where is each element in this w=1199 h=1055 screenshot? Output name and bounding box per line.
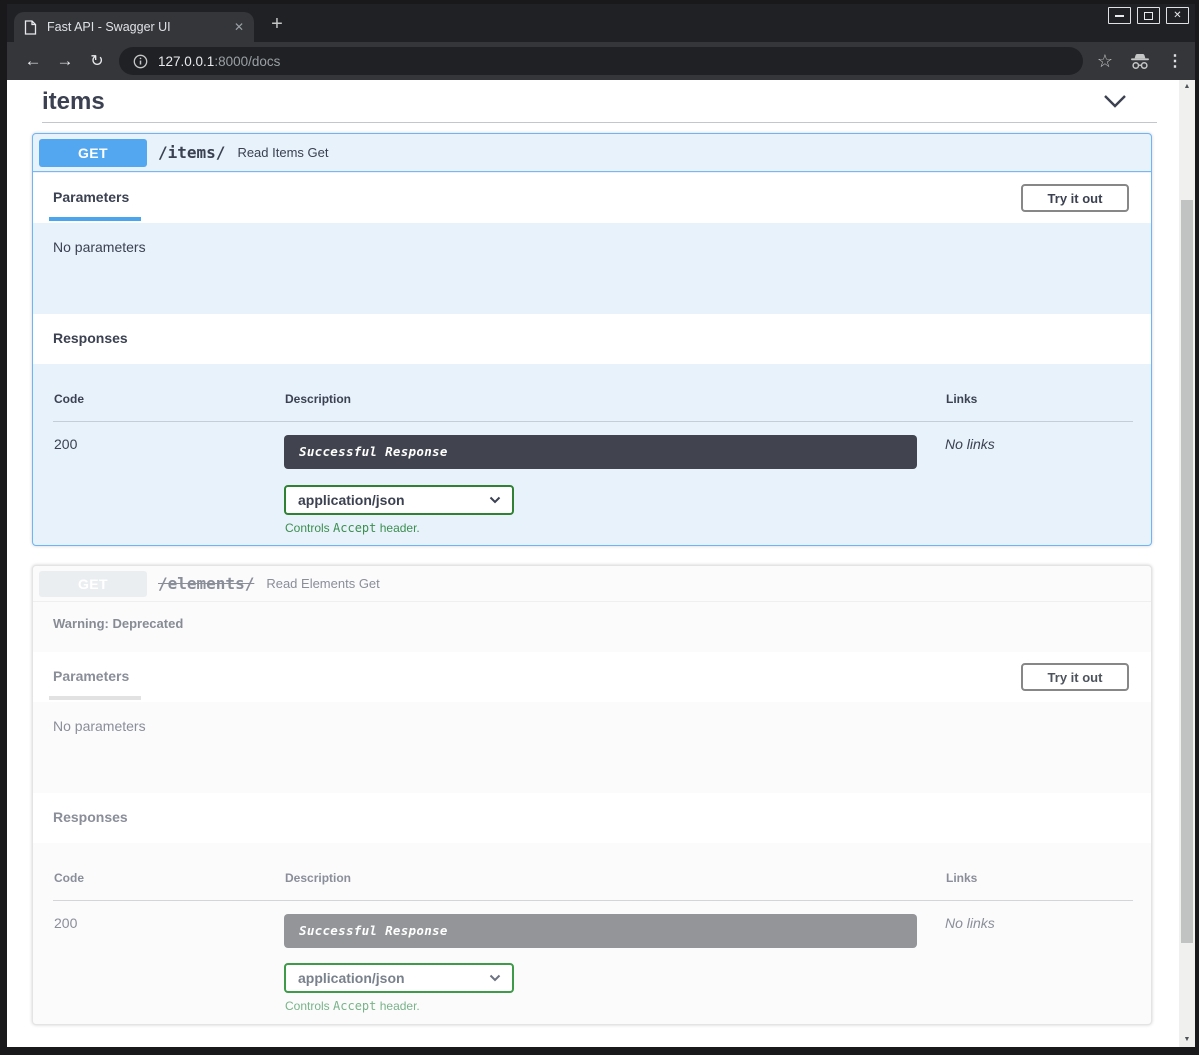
try-it-out-button[interactable]: Try it out	[1021, 663, 1129, 691]
minimize-icon	[1115, 15, 1124, 17]
url-text: 127.0.0.1:8000/docs	[158, 54, 280, 69]
parameters-body: No parameters	[33, 223, 1151, 314]
note-prefix: Controls	[285, 999, 333, 1013]
column-header-links: Links	[946, 392, 977, 406]
response-links-text: No links	[945, 915, 995, 931]
responses-body: Code Description Links 200 Successful Re…	[33, 843, 1151, 1025]
column-header-description: Description	[285, 871, 351, 885]
window-controls: ✕	[1108, 7, 1189, 24]
responses-header: Responses	[33, 314, 1151, 364]
accept-header-note: Controls Accept header.	[285, 999, 420, 1013]
section-collapse-button[interactable]	[1103, 94, 1127, 114]
media-type-select-wrap: application/json	[284, 485, 514, 515]
address-bar[interactable]: 127.0.0.1:8000/docs	[119, 47, 1083, 75]
operation-description: Read Items Get	[237, 145, 328, 160]
browser-toolbar: ← → ↻ 127.0.0.1:8000/docs ☆ ⋮	[7, 42, 1195, 80]
table-header-divider	[53, 421, 1133, 422]
back-icon[interactable]: ←	[17, 51, 49, 71]
response-links-text: No links	[945, 436, 995, 452]
close-button[interactable]: ✕	[1166, 7, 1189, 24]
operation-path: /elements/	[158, 574, 254, 593]
response-code: 200	[54, 915, 77, 931]
tab-close-icon[interactable]: ✕	[234, 20, 244, 34]
responses-header: Responses	[33, 793, 1151, 843]
note-code: Accept	[333, 999, 376, 1013]
url-path: :8000/docs	[214, 54, 280, 69]
no-parameters-text: No parameters	[53, 239, 1151, 255]
column-header-code: Code	[54, 392, 84, 406]
responses-title: Responses	[53, 809, 128, 825]
try-it-out-button[interactable]: Try it out	[1021, 184, 1129, 212]
responses-body: Code Description Links 200 Successful Re…	[33, 364, 1151, 546]
bookmark-star-icon[interactable]: ☆	[1097, 51, 1113, 72]
column-header-description: Description	[285, 392, 351, 406]
maximize-icon	[1144, 12, 1153, 20]
scroll-up-icon[interactable]: ▲	[1179, 80, 1195, 94]
tab-title: Fast API - Swagger UI	[47, 20, 228, 34]
maximize-button[interactable]	[1137, 7, 1160, 24]
info-icon	[133, 54, 148, 69]
forward-icon[interactable]: →	[49, 51, 81, 71]
parameters-header: Parameters Try it out	[33, 173, 1151, 223]
browser-tab[interactable]: Fast API - Swagger UI ✕	[14, 12, 254, 42]
menu-dots-icon[interactable]: ⋮	[1167, 51, 1183, 71]
parameters-header: Parameters Try it out	[33, 652, 1151, 702]
browser-window: Fast API - Swagger UI ✕ + ✕ ← → ↻ 127.0.…	[0, 0, 1199, 1055]
operation-description: Read Elements Get	[266, 576, 379, 591]
note-code: Accept	[333, 521, 376, 535]
media-type-select-wrap: application/json	[284, 963, 514, 993]
media-type-select[interactable]: application/json	[284, 485, 514, 515]
column-header-code: Code	[54, 871, 84, 885]
active-tab-underline	[49, 696, 141, 700]
operation-path: /items/	[158, 143, 225, 162]
accept-header-note: Controls Accept header.	[285, 521, 420, 535]
operation-get-elements-deprecated: GET /elements/ Read Elements Get Warning…	[32, 565, 1152, 1025]
responses-title: Responses	[53, 330, 128, 346]
deprecated-warning: Warning: Deprecated	[53, 616, 183, 631]
note-suffix: header.	[376, 521, 419, 535]
method-badge: GET	[39, 571, 147, 597]
tab-strip: Fast API - Swagger UI ✕ + ✕	[7, 4, 1195, 42]
page-icon	[24, 20, 37, 35]
minimize-button[interactable]	[1108, 7, 1131, 24]
method-badge: GET	[39, 139, 147, 167]
response-code: 200	[54, 436, 77, 452]
scrollbar-thumb[interactable]	[1181, 200, 1193, 943]
url-host: 127.0.0.1	[158, 54, 214, 69]
response-description-text: Successful Response	[284, 435, 917, 469]
media-type-select[interactable]: application/json	[284, 963, 514, 993]
swagger-page: items GET /items/ Read Items Get Paramet…	[7, 80, 1179, 1047]
no-parameters-text: No parameters	[53, 718, 1151, 734]
operation-summary[interactable]: GET /items/ Read Items Get	[33, 134, 1151, 172]
column-header-links: Links	[946, 871, 977, 885]
response-description-box: Successful Response	[284, 914, 917, 948]
parameters-title: Parameters	[53, 668, 129, 684]
chevron-down-icon	[1103, 94, 1127, 109]
response-description-text: Successful Response	[284, 914, 917, 948]
note-suffix: header.	[376, 999, 419, 1013]
response-description-box: Successful Response	[284, 435, 917, 469]
operation-summary[interactable]: GET /elements/ Read Elements Get	[33, 566, 1151, 602]
scroll-down-icon[interactable]: ▼	[1179, 1033, 1195, 1047]
operation-get-items: GET /items/ Read Items Get Parameters Tr…	[32, 133, 1152, 546]
scrollbar[interactable]: ▲ ▼	[1179, 80, 1195, 1047]
section-divider	[42, 122, 1157, 123]
incognito-icon	[1129, 53, 1151, 70]
reload-icon[interactable]: ↻	[81, 51, 113, 71]
table-header-divider	[53, 900, 1133, 901]
section-title: items	[42, 88, 105, 116]
note-prefix: Controls	[285, 521, 333, 535]
active-tab-underline	[49, 217, 141, 221]
parameters-body: No parameters	[33, 702, 1151, 793]
new-tab-button[interactable]: +	[265, 13, 289, 37]
parameters-title: Parameters	[53, 189, 129, 205]
toolbar-actions: ☆ ⋮	[1083, 51, 1195, 72]
